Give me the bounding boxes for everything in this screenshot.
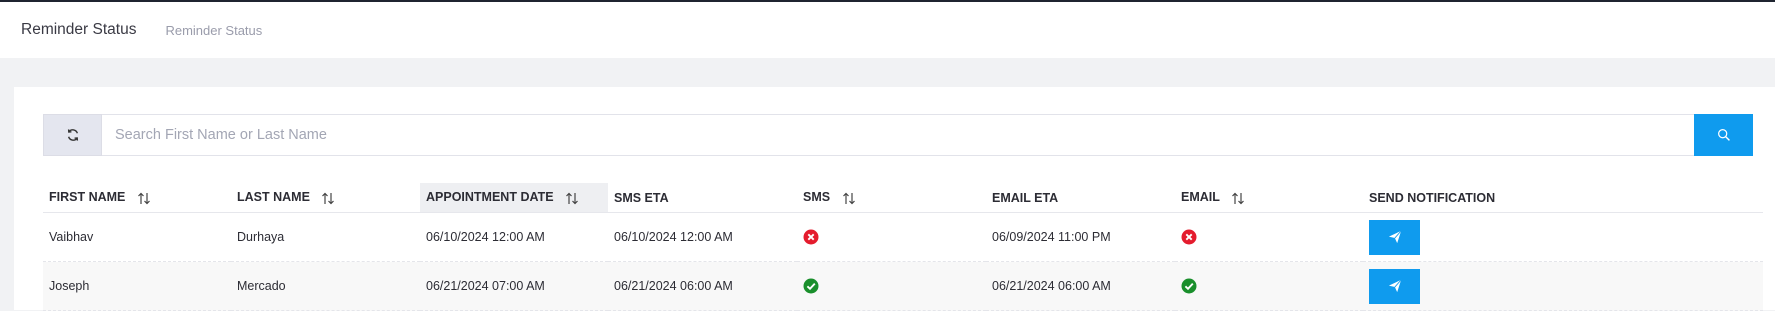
sms-eta-cell: 06/21/2024 06:00 AM	[608, 261, 797, 311]
check-circle-icon	[1181, 278, 1197, 294]
column-header-sms-eta: SMS ETA	[608, 183, 797, 213]
appointment-date-cell: 06/21/2024 07:00 AM	[420, 261, 608, 311]
table-header-row: FIRST NAME LAST NAME APPOINTMENT DATE SM…	[43, 183, 1763, 213]
last-name-cell: Durhaya	[231, 212, 420, 262]
search-input[interactable]	[102, 114, 1694, 156]
sms-status-cell	[797, 212, 986, 262]
search-bar	[43, 114, 1753, 156]
table-row: Joseph Mercado 06/21/2024 07:00 AM 06/21…	[43, 261, 1763, 311]
reminder-table: FIRST NAME LAST NAME APPOINTMENT DATE SM…	[43, 183, 1763, 311]
send-notification-button[interactable]	[1369, 219, 1420, 255]
error-icon	[803, 229, 819, 245]
sort-icon[interactable]	[842, 192, 856, 205]
column-header-last-name[interactable]: LAST NAME	[231, 183, 420, 213]
send-notification-cell	[1363, 261, 1763, 311]
send-notification-button[interactable]	[1369, 268, 1420, 304]
column-header-first-name[interactable]: FIRST NAME	[43, 183, 231, 213]
email-eta-cell: 06/09/2024 11:00 PM	[986, 212, 1175, 262]
sort-icon[interactable]	[137, 192, 151, 205]
sms-status-cell	[797, 261, 986, 311]
refresh-icon	[67, 129, 78, 141]
column-header-email-eta: EMAIL ETA	[986, 183, 1175, 213]
column-header-appointment-date[interactable]: APPOINTMENT DATE	[420, 183, 608, 213]
column-header-email[interactable]: EMAIL	[1175, 183, 1363, 213]
email-status-cell	[1175, 212, 1363, 262]
page-title: Reminder Status	[21, 21, 137, 38]
reminder-status-card: FIRST NAME LAST NAME	[14, 87, 1775, 311]
check-circle-icon	[803, 278, 819, 294]
paper-plane-icon	[1388, 230, 1401, 244]
table-row: Vaibhav Durhaya 06/10/2024 12:00 AM 06/1…	[43, 212, 1763, 262]
sort-icon[interactable]	[1231, 192, 1245, 205]
error-icon	[1181, 229, 1197, 245]
search-icon	[1717, 129, 1730, 141]
page-header: Reminder Status Reminder Status	[0, 2, 1775, 58]
first-name-cell: Vaibhav	[43, 212, 231, 262]
search-button[interactable]	[1694, 114, 1753, 156]
first-name-cell: Joseph	[43, 261, 231, 311]
breadcrumb[interactable]: Reminder Status	[165, 23, 262, 38]
sort-icon[interactable]	[565, 192, 579, 205]
last-name-cell: Mercado	[231, 261, 420, 311]
column-header-sms[interactable]: SMS	[797, 183, 986, 213]
email-eta-cell: 06/21/2024 06:00 AM	[986, 261, 1175, 311]
paper-plane-icon	[1388, 279, 1401, 293]
refresh-button[interactable]	[43, 114, 102, 156]
sms-eta-cell: 06/10/2024 12:00 AM	[608, 212, 797, 262]
appointment-date-cell: 06/10/2024 12:00 AM	[420, 212, 608, 262]
column-header-send-notification: SEND NOTIFICATION	[1363, 183, 1763, 213]
sort-icon[interactable]	[321, 192, 335, 205]
send-notification-cell	[1363, 212, 1763, 262]
email-status-cell	[1175, 261, 1363, 311]
